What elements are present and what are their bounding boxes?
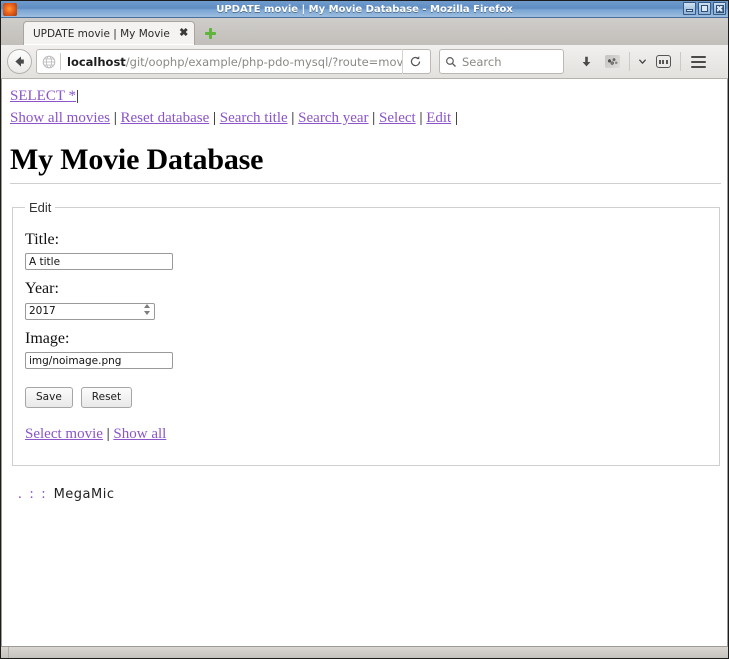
back-button[interactable] <box>7 49 32 74</box>
open-menu-button[interactable] <box>686 49 710 74</box>
page-viewport: SELECT *| Show all movies | Reset databa… <box>1 79 728 646</box>
window-statusbar <box>1 646 728 658</box>
nav-separator-2: | <box>212 109 216 126</box>
link-show-all[interactable]: Show all <box>113 426 166 442</box>
top-nav-row-2: Show all movies | Reset database | Searc… <box>10 109 717 129</box>
edit-form-fieldset: Edit Title: Year: Image: Save Reset <box>12 199 720 466</box>
nav-separator-3: | <box>291 109 295 126</box>
toolbar-separator <box>629 52 630 71</box>
plus-icon <box>204 27 216 39</box>
minimize-button[interactable] <box>683 2 696 15</box>
back-arrow-icon <box>15 56 24 67</box>
url-path: /git/oophp/example/php-pdo-mysql/?route=… <box>125 54 402 69</box>
bottom-link-separator: | <box>106 425 110 442</box>
reader-view-icon <box>655 55 671 68</box>
stepper-down-icon[interactable] <box>144 311 150 316</box>
window-controls <box>683 2 726 15</box>
image-label: Image: <box>25 329 70 347</box>
url-host: localhost <box>67 54 126 69</box>
toolbar-separator-2 <box>680 52 681 71</box>
nav-link-show-all-movies[interactable]: Show all movies <box>10 110 110 126</box>
year-label: Year: <box>25 280 59 298</box>
reload-button[interactable] <box>402 49 428 74</box>
title-input[interactable] <box>25 253 173 271</box>
nav-link-search-year[interactable]: Search year <box>298 110 368 126</box>
url-text: localhost/git/oophp/example/php-pdo-mysq… <box>67 55 402 69</box>
page-title: My Movie Database <box>10 142 264 176</box>
maximize-button[interactable] <box>698 2 711 15</box>
navigation-toolbar: localhost/git/oophp/example/php-pdo-mysq… <box>1 45 728 78</box>
addon-icon <box>604 55 620 68</box>
globe-icon <box>42 55 56 68</box>
browser-chrome: UPDATE movie | My Movie D... ✖ <box>1 18 728 79</box>
window-titlebar: UPDATE movie | My Movie Database - Mozil… <box>1 1 728 18</box>
tab-label: UPDATE movie | My Movie D... <box>33 27 174 40</box>
nav-link-select-star[interactable]: SELECT * <box>10 88 76 104</box>
downloads-button[interactable] <box>574 49 598 74</box>
year-stepper[interactable] <box>142 302 152 317</box>
save-button[interactable]: Save <box>25 387 73 408</box>
close-window-button[interactable] <box>713 2 726 15</box>
nav-link-select[interactable]: Select <box>379 110 416 126</box>
top-nav-row-1: SELECT *| <box>10 87 717 107</box>
addon-button[interactable] <box>600 49 624 74</box>
search-placeholder: Search <box>462 54 502 69</box>
page-content: SELECT *| Show all movies | Reset databa… <box>2 79 727 503</box>
nav-link-edit[interactable]: Edit <box>426 110 451 126</box>
firefox-icon <box>3 2 17 16</box>
reload-icon <box>410 56 421 67</box>
year-field-wrapper <box>25 301 155 320</box>
window-title: UPDATE movie | My Movie Database - Mozil… <box>216 3 513 15</box>
form-button-row: Save Reset <box>25 387 707 408</box>
nav-link-search-title[interactable]: Search title <box>220 110 288 126</box>
footer-dots: . : : <box>18 485 48 502</box>
footer-brand: MegaMic <box>53 486 115 502</box>
title-label: Title: <box>25 230 60 248</box>
url-bar[interactable]: localhost/git/oophp/example/php-pdo-mysq… <box>36 49 431 74</box>
nav-separator-4: | <box>372 109 376 126</box>
new-tab-button[interactable] <box>197 21 223 45</box>
nav-link-reset-database[interactable]: Reset database <box>121 110 210 126</box>
nav-separator-1: | <box>113 109 117 126</box>
search-icon <box>446 56 456 67</box>
reset-button[interactable]: Reset <box>80 387 133 408</box>
form-bottom-links: Select movie | Show all <box>25 426 707 443</box>
page-footer: . : : MegaMic <box>18 486 717 503</box>
hamburger-icon <box>690 55 706 68</box>
title-divider <box>10 182 721 184</box>
nav-separator-5: | <box>419 109 423 126</box>
tab-strip: UPDATE movie | My Movie D... ✖ <box>1 18 728 45</box>
search-box[interactable]: Search <box>439 49 564 74</box>
browser-window: UPDATE movie | My Movie Database - Mozil… <box>0 0 729 659</box>
year-input[interactable] <box>25 302 155 320</box>
toolbar-icons <box>574 49 710 74</box>
fieldset-legend: Edit <box>29 199 52 215</box>
resize-grip[interactable] <box>1 647 9 658</box>
link-select-movie[interactable]: Select movie <box>25 426 103 442</box>
nav-separator: | <box>75 88 79 104</box>
tab-movie-edit[interactable]: UPDATE movie | My Movie D... ✖ <box>23 21 195 45</box>
image-input[interactable] <box>25 352 173 370</box>
nav-separator-6: | <box>454 109 458 126</box>
close-tab-icon[interactable]: ✖ <box>178 27 190 41</box>
download-arrow-icon <box>582 56 590 66</box>
chevron-down-icon <box>638 59 646 64</box>
addon-dropdown-button[interactable] <box>635 49 649 74</box>
url-separator <box>60 53 61 70</box>
reader-view-button[interactable] <box>651 49 675 74</box>
stepper-up-icon[interactable] <box>144 303 150 308</box>
